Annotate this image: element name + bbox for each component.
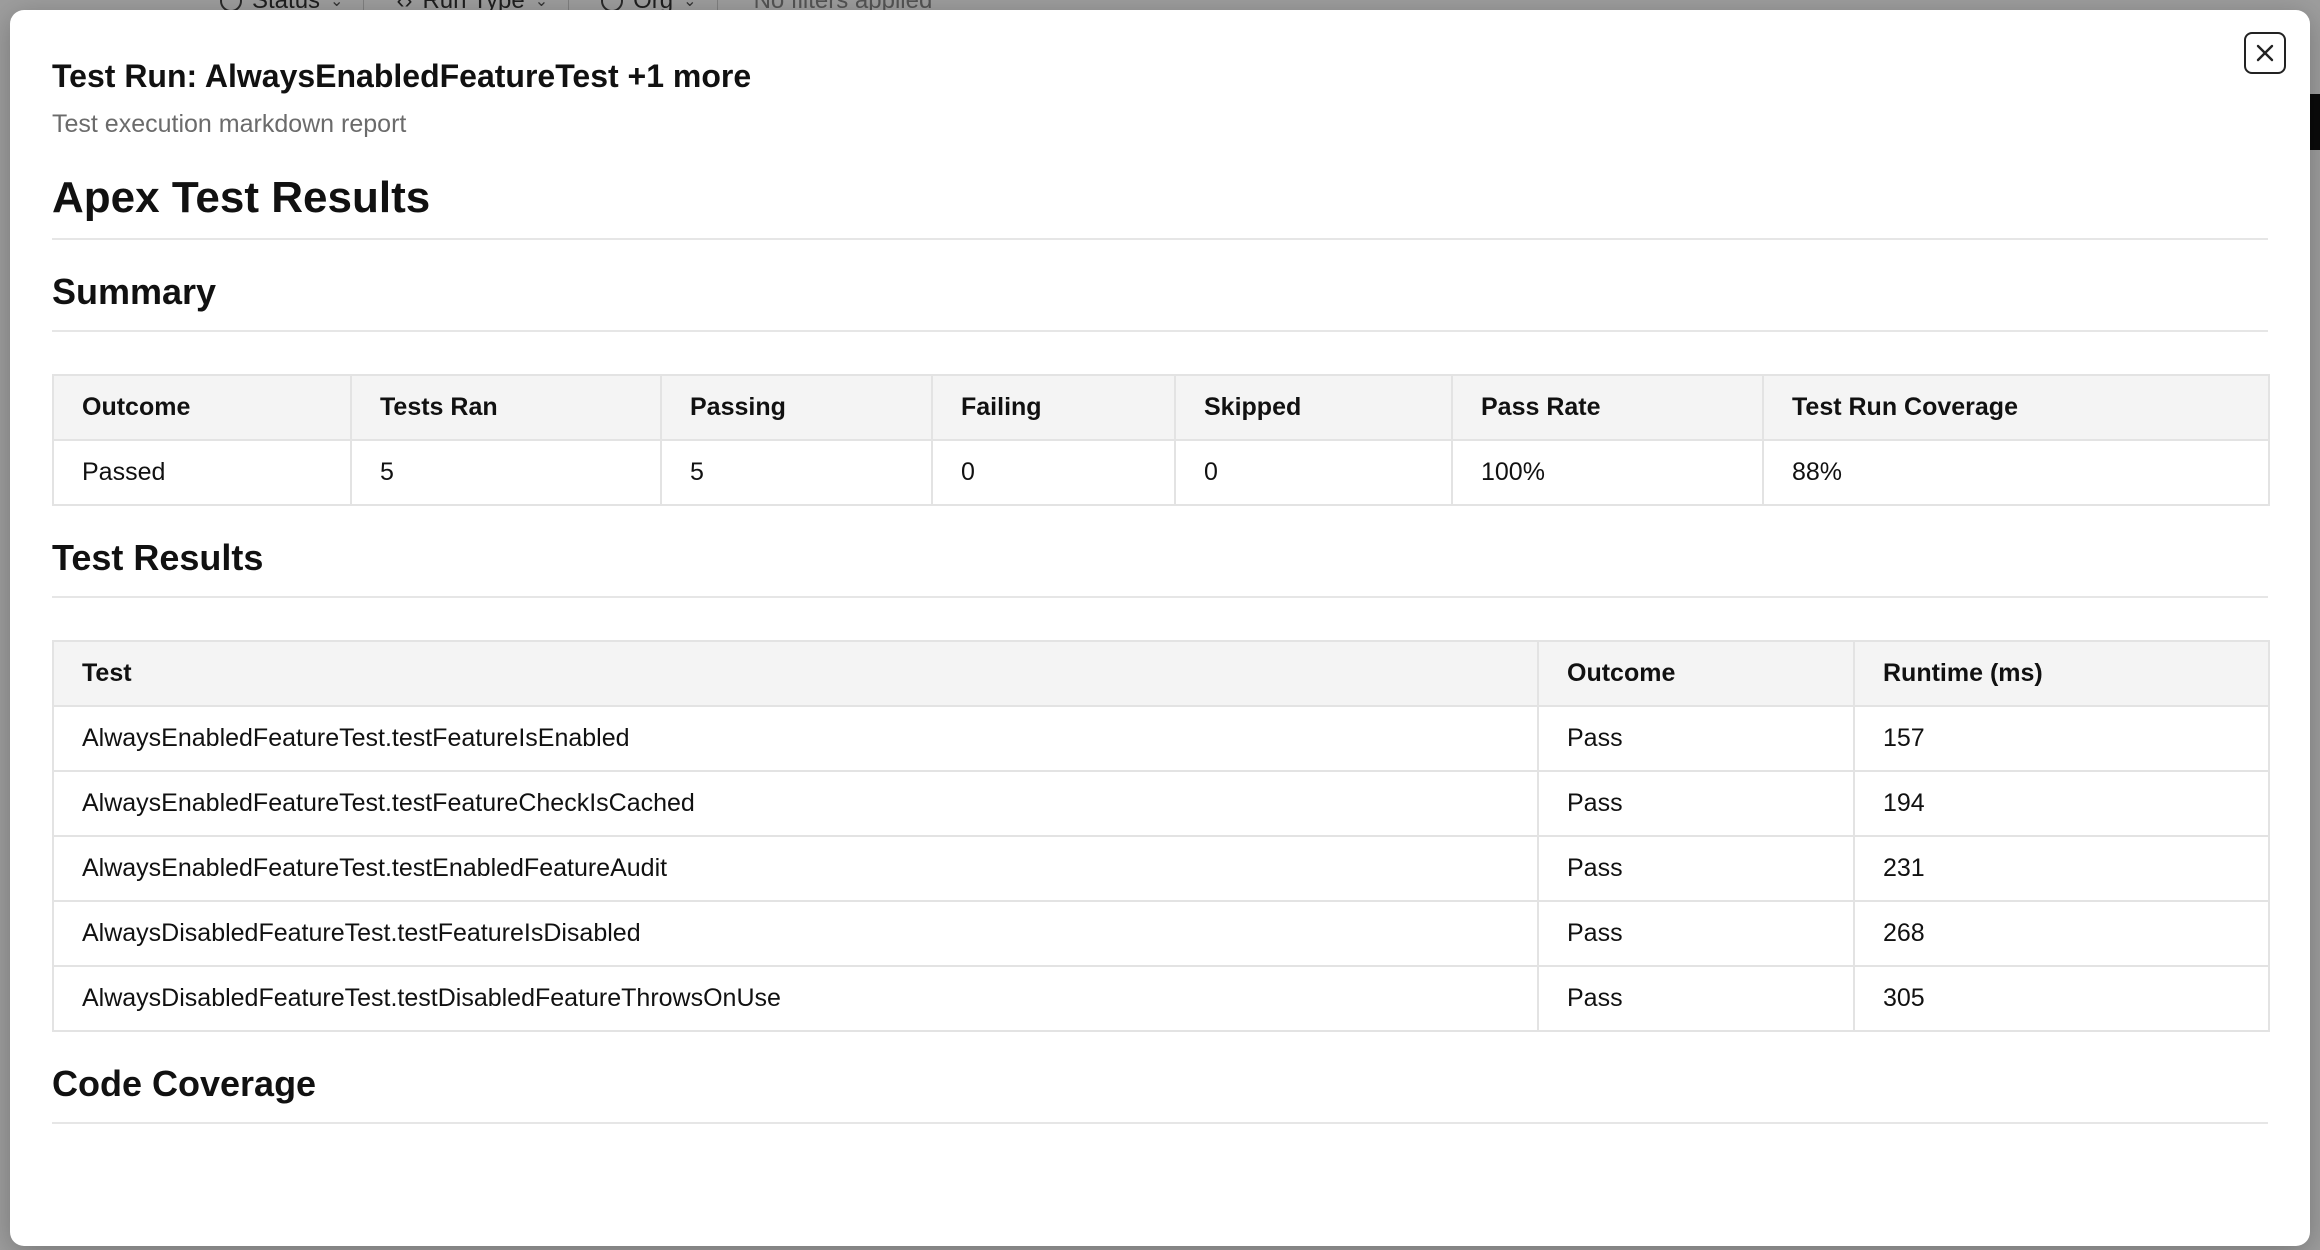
test-name: AlwaysEnabledFeatureTest.testFeatureIsEn… bbox=[52, 705, 1539, 772]
report-heading: Apex Test Results bbox=[52, 168, 2268, 240]
close-icon bbox=[2256, 44, 2274, 62]
markdown-report: Apex Test Results Summary Outcome Tests … bbox=[52, 168, 2270, 1124]
test-results-table: Test Outcome Runtime (ms) AlwaysEnabledF… bbox=[52, 640, 2270, 1032]
summary-pass-rate: 100% bbox=[1451, 439, 1764, 506]
summary-passing: 5 bbox=[660, 439, 933, 506]
summary-table: Outcome Tests Ran Passing Failing Skippe… bbox=[52, 374, 2270, 506]
summary-outcome: Passed bbox=[52, 439, 352, 506]
column-header-runtime: Runtime (ms) bbox=[1853, 640, 2270, 707]
test-outcome: Pass bbox=[1537, 900, 1855, 967]
summary-test-run-coverage: 88% bbox=[1762, 439, 2270, 506]
column-header-passing: Passing bbox=[660, 374, 933, 441]
column-header-failing: Failing bbox=[931, 374, 1176, 441]
summary-tests-ran: 5 bbox=[350, 439, 662, 506]
table-row: AlwaysDisabledFeatureTest.testFeatureIsD… bbox=[52, 900, 2270, 967]
test-name: AlwaysEnabledFeatureTest.testFeatureChec… bbox=[52, 770, 1539, 837]
test-name: AlwaysEnabledFeatureTest.testEnabledFeat… bbox=[52, 835, 1539, 902]
column-header-tests-ran: Tests Ran bbox=[350, 374, 662, 441]
modal-subtitle: Test execution markdown report bbox=[52, 110, 407, 138]
column-header-pass-rate: Pass Rate bbox=[1451, 374, 1764, 441]
modal-title: Test Run: AlwaysEnabledFeatureTest +1 mo… bbox=[52, 58, 752, 94]
test-outcome: Pass bbox=[1537, 705, 1855, 772]
test-runtime: 157 bbox=[1853, 705, 2270, 772]
column-header-test-run-coverage: Test Run Coverage bbox=[1762, 374, 2270, 441]
code-coverage-heading: Code Coverage bbox=[52, 1032, 2268, 1124]
test-run-modal: Test Run: AlwaysEnabledFeatureTest +1 mo… bbox=[10, 10, 2310, 1246]
test-outcome: Pass bbox=[1537, 965, 1855, 1032]
test-outcome: Pass bbox=[1537, 770, 1855, 837]
summary-failing: 0 bbox=[931, 439, 1176, 506]
close-button[interactable] bbox=[2244, 32, 2286, 74]
table-row: Passed 5 5 0 0 100% 88% bbox=[52, 439, 2270, 506]
test-results-header-row: Test Outcome Runtime (ms) bbox=[52, 640, 2270, 707]
summary-header-row: Outcome Tests Ran Passing Failing Skippe… bbox=[52, 374, 2270, 441]
column-header-outcome: Outcome bbox=[1537, 640, 1855, 707]
test-runtime: 231 bbox=[1853, 835, 2270, 902]
test-runtime: 194 bbox=[1853, 770, 2270, 837]
test-name: AlwaysDisabledFeatureTest.testFeatureIsD… bbox=[52, 900, 1539, 967]
table-row: AlwaysEnabledFeatureTest.testFeatureChec… bbox=[52, 770, 2270, 837]
column-header-skipped: Skipped bbox=[1174, 374, 1453, 441]
table-row: AlwaysDisabledFeatureTest.testDisabledFe… bbox=[52, 965, 2270, 1032]
table-row: AlwaysEnabledFeatureTest.testEnabledFeat… bbox=[52, 835, 2270, 902]
test-runtime: 268 bbox=[1853, 900, 2270, 967]
test-results-heading: Test Results bbox=[52, 506, 2268, 598]
test-runtime: 305 bbox=[1853, 965, 2270, 1032]
column-header-test: Test bbox=[52, 640, 1539, 707]
test-outcome: Pass bbox=[1537, 835, 1855, 902]
summary-heading: Summary bbox=[52, 240, 2268, 332]
summary-skipped: 0 bbox=[1174, 439, 1453, 506]
test-name: AlwaysDisabledFeatureTest.testDisabledFe… bbox=[52, 965, 1539, 1032]
column-header-outcome: Outcome bbox=[52, 374, 352, 441]
table-row: AlwaysEnabledFeatureTest.testFeatureIsEn… bbox=[52, 705, 2270, 772]
